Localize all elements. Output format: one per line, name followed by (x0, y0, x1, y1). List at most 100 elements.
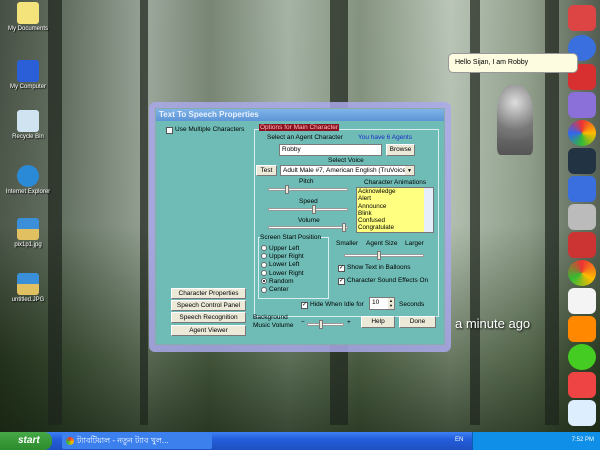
animations-label: Character Animations (364, 179, 427, 186)
slider-thumb[interactable] (285, 185, 290, 194)
tts-properties-dialog: Text To Speech Properties Use Multiple C… (155, 108, 445, 345)
scrollbar[interactable] (424, 188, 433, 232)
help-button[interactable]: Help (361, 316, 395, 328)
agent-size-slider[interactable] (344, 251, 424, 260)
radio-button[interactable] (261, 270, 267, 277)
clock[interactable]: 7:52 PM (572, 437, 594, 443)
music-volume-slider[interactable] (307, 320, 344, 329)
chrome-icon (66, 437, 74, 445)
icon-label: My Computer (9, 84, 46, 90)
spinner-arrows-icon[interactable]: ▲ ▼ (388, 298, 394, 309)
dock-app-icon[interactable] (568, 5, 596, 31)
radio-label: Upper Right (269, 252, 304, 260)
position-radio[interactable]: Center (261, 285, 304, 293)
agent-viewer-button[interactable]: Agent Viewer (171, 325, 246, 336)
radio-button[interactable] (261, 278, 267, 285)
desktop-icon-recycle-bin[interactable]: Recycle Bin (2, 110, 54, 140)
radio-button[interactable] (261, 261, 267, 268)
hide-idle-label: Hide When Idle for (310, 301, 364, 308)
agent-input[interactable]: Robby (279, 144, 382, 156)
character-properties-button[interactable]: Character Properties (171, 288, 246, 299)
radio-button[interactable] (261, 245, 267, 252)
animation-item[interactable]: Confused (358, 217, 433, 224)
robby-agent-character[interactable] (497, 85, 533, 155)
media-player-icon[interactable] (568, 92, 596, 118)
skype-icon[interactable] (568, 176, 596, 202)
position-radio[interactable]: Lower Left (261, 261, 304, 269)
hide-idle-checkbox[interactable]: ✓ (301, 302, 308, 309)
language-indicator[interactable]: EN (455, 437, 463, 443)
slider-thumb[interactable] (377, 251, 382, 260)
agent-size-label: Agent Size (366, 240, 398, 247)
desktop-icon-my-computer[interactable]: My Computer (2, 60, 54, 90)
browse-button[interactable]: Browse (386, 144, 415, 156)
dialog-title[interactable]: Text To Speech Properties (156, 109, 444, 121)
icon-label: Internet Explorer (5, 189, 51, 195)
picasa-icon[interactable] (568, 120, 596, 146)
flash-icon[interactable] (568, 372, 596, 398)
animations-listbox[interactable]: Acknowledge Alert Announce Blink Confused Con… (356, 187, 434, 233)
animation-item[interactable]: Blink (358, 210, 433, 217)
position-group-title: Screen Start Position (260, 234, 322, 241)
radio-label: Random (269, 277, 294, 285)
animation-item[interactable]: Announce (358, 203, 433, 210)
smaller-label: Smaller (336, 240, 359, 247)
tool-icon[interactable] (568, 204, 596, 230)
bg-music-label-2: Music Volume (253, 322, 294, 329)
desktop-icon-internet-explorer[interactable]: Internet Explorer (2, 165, 54, 195)
utorrent-icon[interactable] (568, 344, 596, 370)
animation-item[interactable]: Congratulate (358, 224, 433, 231)
desktop-icon-my-documents[interactable]: My Documents (2, 2, 54, 32)
slider-thumb[interactable] (319, 320, 324, 329)
agent-balloon: Hello Sijan, I am Robby (448, 53, 578, 73)
icon-label: pix1p1.jpg (14, 242, 42, 248)
done-button[interactable]: Done (399, 316, 436, 328)
apps-icon[interactable] (568, 288, 596, 314)
speech-recognition-button[interactable]: Speech Recognition (171, 312, 246, 323)
chevron-down-icon[interactable]: ▼ (405, 166, 414, 175)
desktop-icon-pix1p1[interactable]: pix1p1.jpg (2, 218, 54, 248)
slider-thumb[interactable] (312, 205, 317, 214)
use-multiple-checkbox[interactable] (166, 127, 173, 134)
seconds-label: Seconds (399, 301, 425, 308)
voice-select[interactable]: Adult Male #7, American English (TruVoic… (280, 165, 415, 176)
notepad-icon[interactable] (568, 400, 596, 426)
task-label: ট্যাবটিয়াল - নতুন ট্যাব খুল... (77, 436, 169, 445)
animation-item[interactable]: Acknowledge (358, 188, 433, 195)
radio-button[interactable] (261, 286, 267, 293)
radio-button[interactable] (261, 253, 267, 260)
group-title: Options for Main Character (259, 124, 340, 131)
speech-control-panel-button[interactable]: Speech Control Panel (171, 300, 246, 311)
volume-slider[interactable] (268, 223, 348, 232)
speed-slider[interactable] (268, 205, 348, 214)
larger-label: Larger (405, 240, 424, 247)
sound-effects-checkbox[interactable]: ✓ (338, 278, 345, 285)
idle-seconds-spinner[interactable]: 10 ▲ ▼ (369, 297, 395, 310)
test-button[interactable]: Test (256, 165, 277, 176)
position-radio[interactable]: Random (261, 277, 304, 285)
agents-count: You have 6 Agents (358, 134, 412, 141)
start-button[interactable]: start (0, 432, 52, 450)
chrome-icon[interactable] (568, 260, 596, 286)
pitch-slider[interactable] (268, 185, 348, 194)
icon-label: untitled.JPG (11, 297, 45, 303)
start-label: start (18, 435, 40, 446)
desktop-icon-untitled[interactable]: untitled.JPG (2, 273, 54, 303)
volume-label: Volume (298, 217, 320, 224)
memory-icon[interactable] (568, 148, 596, 174)
position-radio[interactable]: Upper Right (261, 252, 304, 260)
position-radio[interactable]: Lower Right (261, 269, 304, 277)
taskbar-chrome-window[interactable]: ট্যাবটিয়াল - নতুন ট্যাব খুল... (62, 433, 212, 449)
shield-icon[interactable] (568, 232, 596, 258)
radio-label: Center (269, 286, 289, 294)
sound-effects-label: Character Sound Effects On (347, 277, 429, 284)
show-text-checkbox[interactable]: ✓ (338, 265, 345, 272)
show-text-label: Show Text in Balloons (347, 264, 411, 271)
position-radio[interactable]: Upper Left (261, 244, 304, 252)
slider-thumb[interactable] (342, 223, 346, 232)
animation-item[interactable]: Alert (358, 195, 433, 202)
radio-label: Lower Right (269, 269, 304, 277)
voice-value: Adult Male #7, American English (TruVoic… (283, 167, 409, 174)
avast-icon[interactable] (568, 316, 596, 342)
minus-label: − (301, 319, 305, 326)
